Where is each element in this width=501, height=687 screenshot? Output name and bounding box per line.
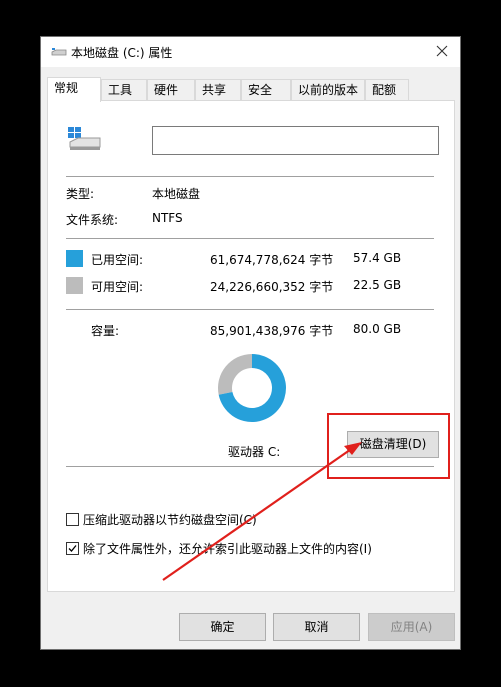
capacity-size: 80.0 GB <box>353 322 402 336</box>
window-title: 本地磁盘 (C:) 属性 <box>71 46 173 60</box>
free-space-size: 22.5 GB <box>353 278 402 292</box>
annotation-highlight-box <box>327 413 450 479</box>
drive-icon <box>51 48 67 56</box>
separator <box>66 238 434 239</box>
donut-free-segment <box>218 354 252 395</box>
drive-label: 驱动器 C: <box>228 445 281 459</box>
ok-button[interactable]: 确定 <box>179 613 266 641</box>
free-space-swatch <box>66 277 83 294</box>
tab-general[interactable]: 常规 <box>47 77 101 102</box>
filesystem-label: 文件系统: <box>66 213 119 227</box>
usage-donut-chart <box>218 354 286 422</box>
properties-window: 本地磁盘 (C:) 属性 常规 工具 硬件 共享 安全 以前的版本 配额 类型:… <box>40 36 461 650</box>
checkmark-icon <box>68 545 77 552</box>
filesystem-value: NTFS <box>152 211 183 225</box>
close-icon[interactable] <box>434 43 450 59</box>
free-space-label: 可用空间: <box>91 280 144 294</box>
used-space-bytes: 61,674,778,624 字节 <box>210 253 334 267</box>
capacity-label: 容量: <box>91 324 120 338</box>
tab-sharing[interactable]: 共享 <box>195 79 241 100</box>
drive-icon <box>68 127 101 150</box>
tab-previous-versions[interactable]: 以前的版本 <box>291 79 365 100</box>
volume-name-input[interactable] <box>152 126 439 155</box>
tab-hardware[interactable]: 硬件 <box>147 79 195 100</box>
used-space-label: 已用空间: <box>91 253 144 267</box>
title-bar: 本地磁盘 (C:) 属性 <box>41 37 460 67</box>
free-space-bytes: 24,226,660,352 字节 <box>210 280 334 294</box>
used-space-size: 57.4 GB <box>353 251 402 265</box>
cancel-button[interactable]: 取消 <box>273 613 360 641</box>
tab-tools[interactable]: 工具 <box>101 79 147 100</box>
apply-button[interactable]: 应用(A) <box>368 613 455 641</box>
used-space-swatch <box>66 250 83 267</box>
separator <box>66 176 434 177</box>
general-panel: 类型: 本地磁盘 文件系统: NTFS 已用空间: 61,674,778,624… <box>47 100 455 592</box>
separator <box>66 309 434 310</box>
type-label: 类型: <box>66 187 95 201</box>
capacity-bytes: 85,901,438,976 字节 <box>210 324 334 338</box>
index-label[interactable]: 除了文件属性外，还允许索引此驱动器上文件的内容(I) <box>83 540 372 557</box>
tab-bar: 常规 工具 硬件 共享 安全 以前的版本 配额 <box>47 77 457 102</box>
type-value: 本地磁盘 <box>152 187 201 201</box>
tab-quota[interactable]: 配额 <box>365 79 409 100</box>
tab-security[interactable]: 安全 <box>241 79 291 100</box>
compress-label[interactable]: 压缩此驱动器以节约磁盘空间(C) <box>83 511 257 528</box>
compress-checkbox[interactable] <box>66 513 79 526</box>
index-checkbox[interactable] <box>66 542 79 555</box>
